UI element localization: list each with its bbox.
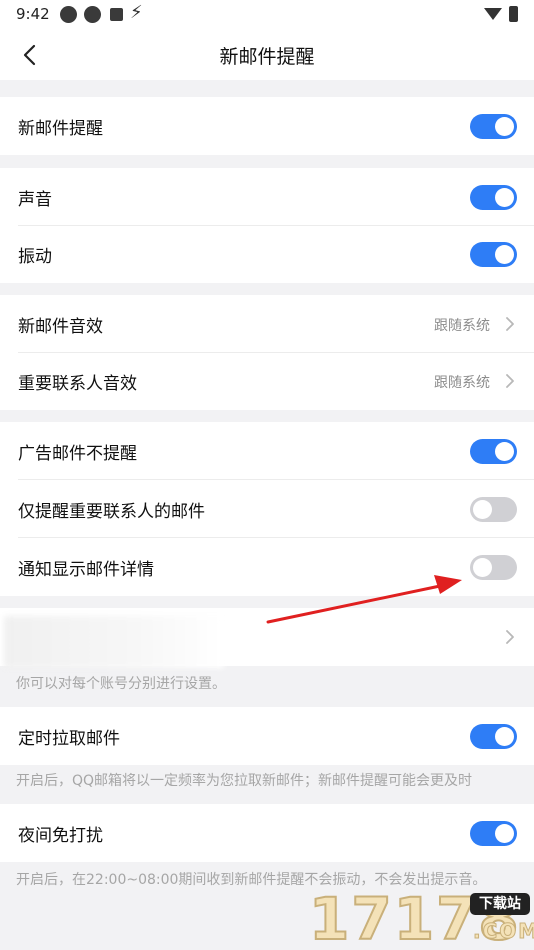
watermark-domain: .COM — [472, 919, 534, 944]
watermark-badge: 下载站 — [470, 893, 530, 915]
watermark-logo: 17178 下载站 .COM — [305, 884, 534, 950]
red-arrow-annotation — [266, 575, 462, 624]
